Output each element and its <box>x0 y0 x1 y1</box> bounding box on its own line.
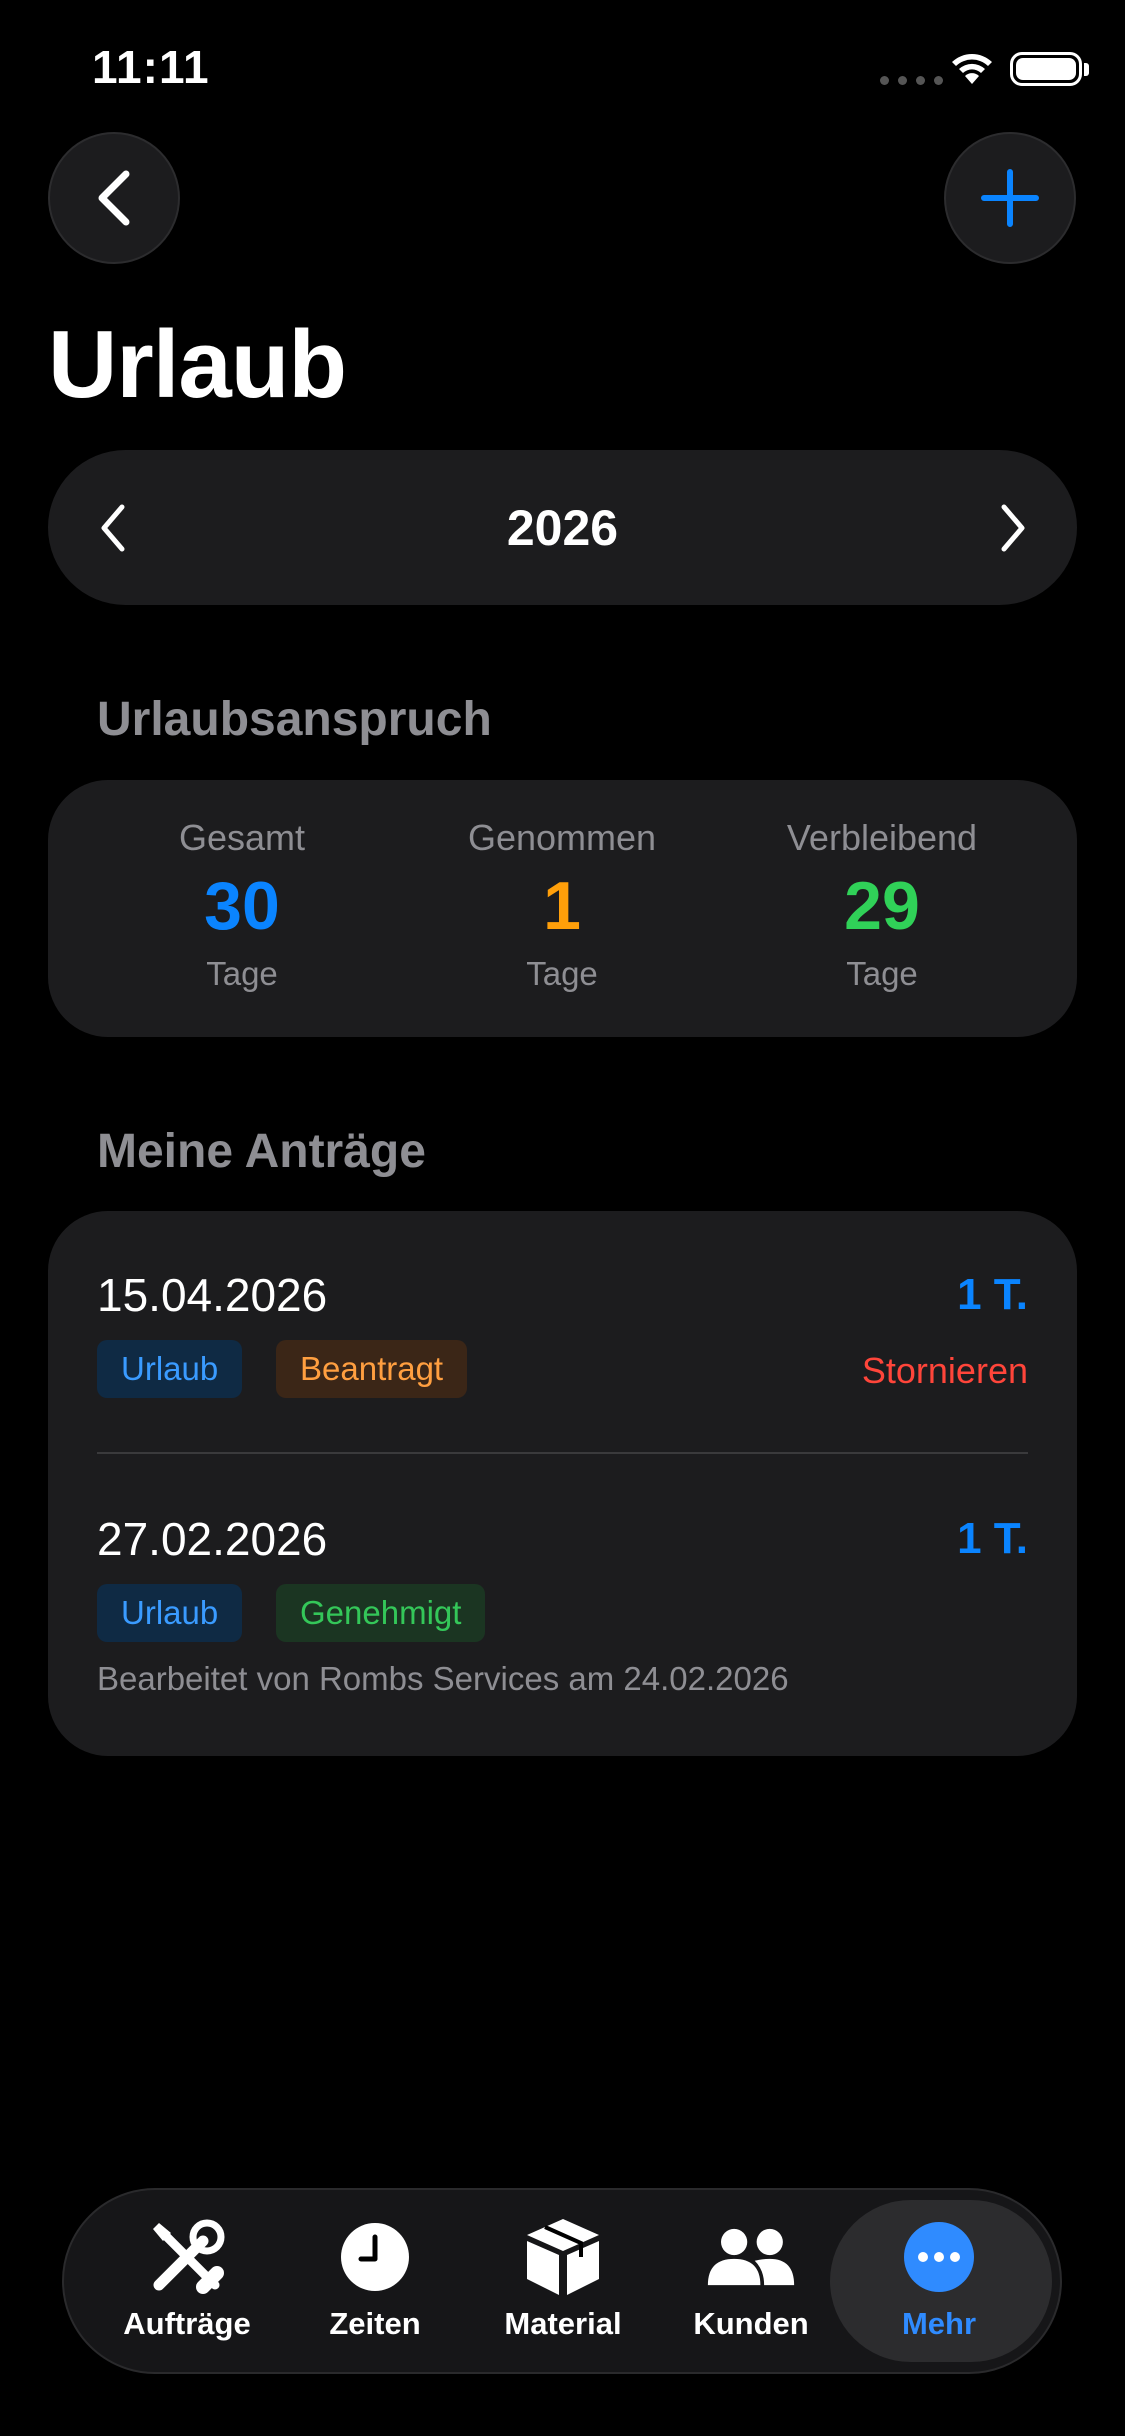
chevron-right-icon <box>1001 504 1025 552</box>
tools-icon <box>153 2219 225 2294</box>
request-type-badge: Urlaub <box>97 1340 243 1398</box>
request-date: 15.04.2026 <box>97 1269 328 1321</box>
clock-icon <box>341 2223 409 2291</box>
cancel-request-button[interactable]: Stornieren <box>862 1350 1028 1392</box>
entitlement-remaining: Verbleibend 29 Tage <box>722 812 1042 1000</box>
tab-label: Zeiten <box>329 2306 421 2341</box>
entitlement-total: Gesamt 30 Tage <box>82 812 402 1000</box>
entitlement-unit: Tage <box>526 955 598 992</box>
entitlement-unit: Tage <box>206 955 278 992</box>
add-button[interactable] <box>944 132 1076 264</box>
entitlement-value: 29 <box>844 868 920 944</box>
plus-icon <box>981 169 1039 227</box>
request-status-badge: Genehmigt <box>276 1584 486 1642</box>
entitlement-taken: Genommen 1 Tage <box>402 812 722 1000</box>
box-icon <box>527 2219 599 2295</box>
more-icon <box>904 2222 974 2292</box>
entitlement-section-title: Urlaubsanspruch <box>97 693 492 746</box>
next-year-button[interactable] <box>988 496 1038 560</box>
entitlement-label: Verbleibend <box>786 817 978 858</box>
divider <box>97 1452 1028 1454</box>
people-icon <box>707 2228 795 2286</box>
entitlement-label: Genommen <box>467 817 657 858</box>
tab-zeiten[interactable]: Zeiten <box>275 2214 475 2342</box>
request-note: Bearbeitet von Rombs Services am 24.02.2… <box>97 1660 789 1697</box>
tab-auftraege[interactable]: Aufträge <box>87 2214 287 2342</box>
battery-tip <box>1084 63 1089 76</box>
tab-label: Material <box>504 2306 622 2341</box>
request-days: 1 T. <box>957 1270 1028 1319</box>
battery-icon <box>1010 52 1082 86</box>
requests-section-title: Meine Anträge <box>97 1125 426 1178</box>
request-days: 1 T. <box>957 1514 1028 1563</box>
back-button[interactable] <box>48 132 180 264</box>
request-status-badge: Beantragt <box>276 1340 468 1398</box>
chevron-left-icon <box>98 170 130 226</box>
tab-label: Aufträge <box>123 2306 251 2341</box>
entitlement-unit: Tage <box>846 955 918 992</box>
status-time: 11:11 <box>92 41 210 93</box>
wifi-icon <box>952 54 992 84</box>
cellular-signal-icon <box>880 76 943 85</box>
request-type-badge: Urlaub <box>97 1584 243 1642</box>
entitlement-label: Gesamt <box>178 817 306 858</box>
entitlement-value: 30 <box>204 868 280 944</box>
tab-material[interactable]: Material <box>463 2214 663 2342</box>
tab-mehr[interactable]: Mehr <box>839 2214 1039 2342</box>
tab-label: Kunden <box>693 2306 809 2341</box>
tab-kunden[interactable]: Kunden <box>651 2214 851 2342</box>
tab-label: Mehr <box>901 2306 977 2341</box>
page-title: Urlaub <box>48 311 347 418</box>
year-label: 2026 <box>506 500 619 556</box>
entitlement-value: 1 <box>543 868 581 944</box>
request-date: 27.02.2026 <box>97 1513 328 1565</box>
